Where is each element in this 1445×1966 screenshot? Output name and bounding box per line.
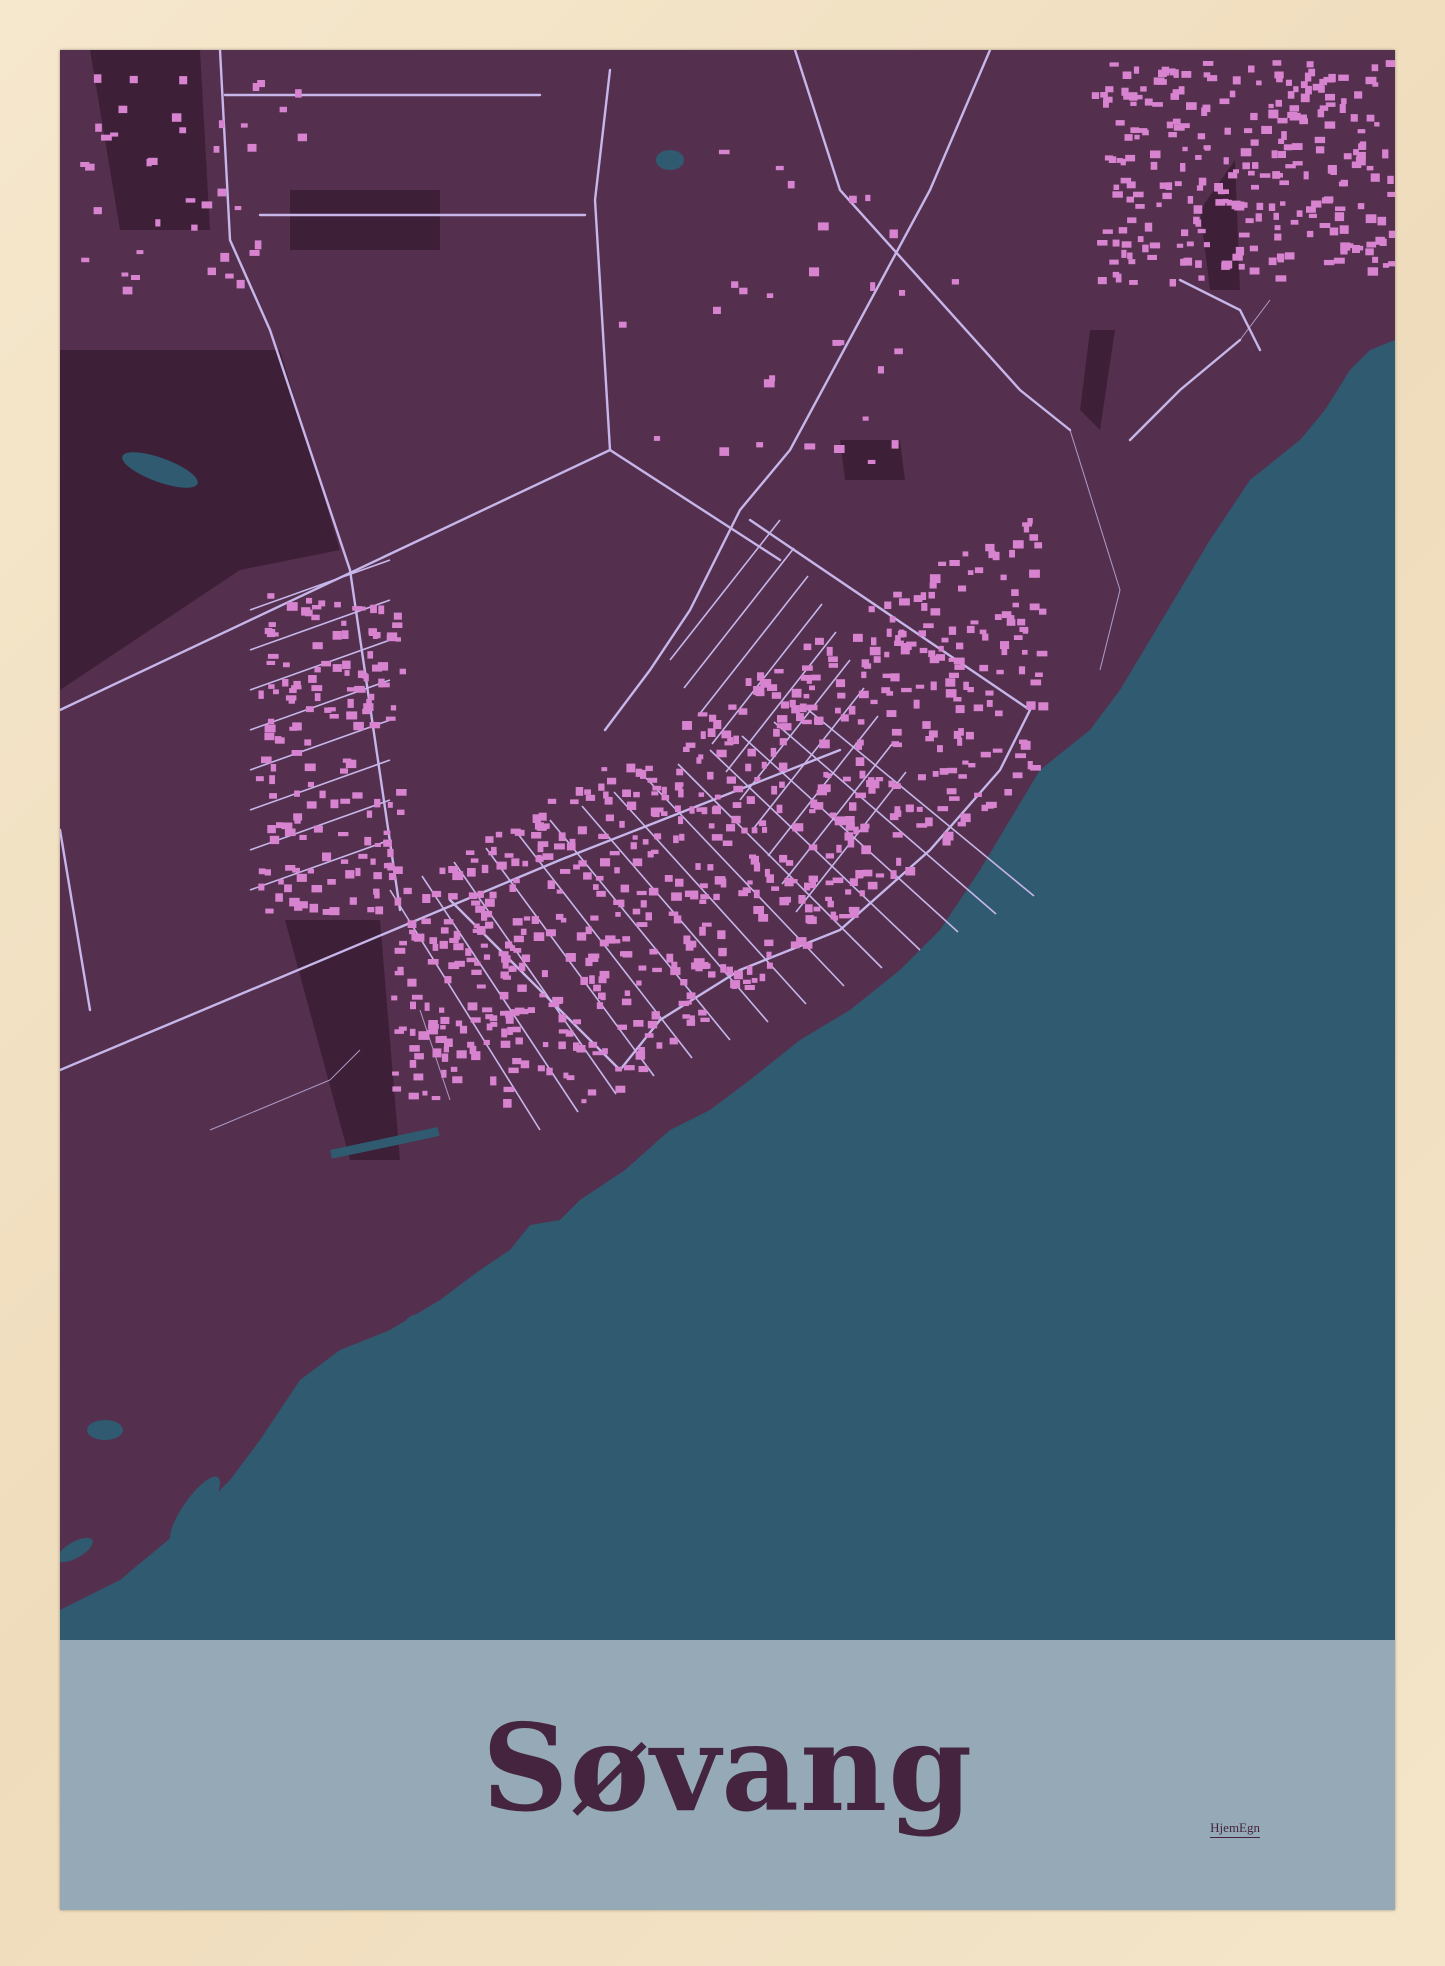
title-band: Søvang HjemEgn xyxy=(60,1640,1395,1910)
map-area xyxy=(60,50,1395,1640)
map-poster: Søvang HjemEgn xyxy=(60,50,1395,1910)
brand-logo: HjemEgn xyxy=(1210,1820,1260,1838)
poster-title: Søvang xyxy=(481,1698,974,1839)
map-drawing xyxy=(60,50,1395,1640)
